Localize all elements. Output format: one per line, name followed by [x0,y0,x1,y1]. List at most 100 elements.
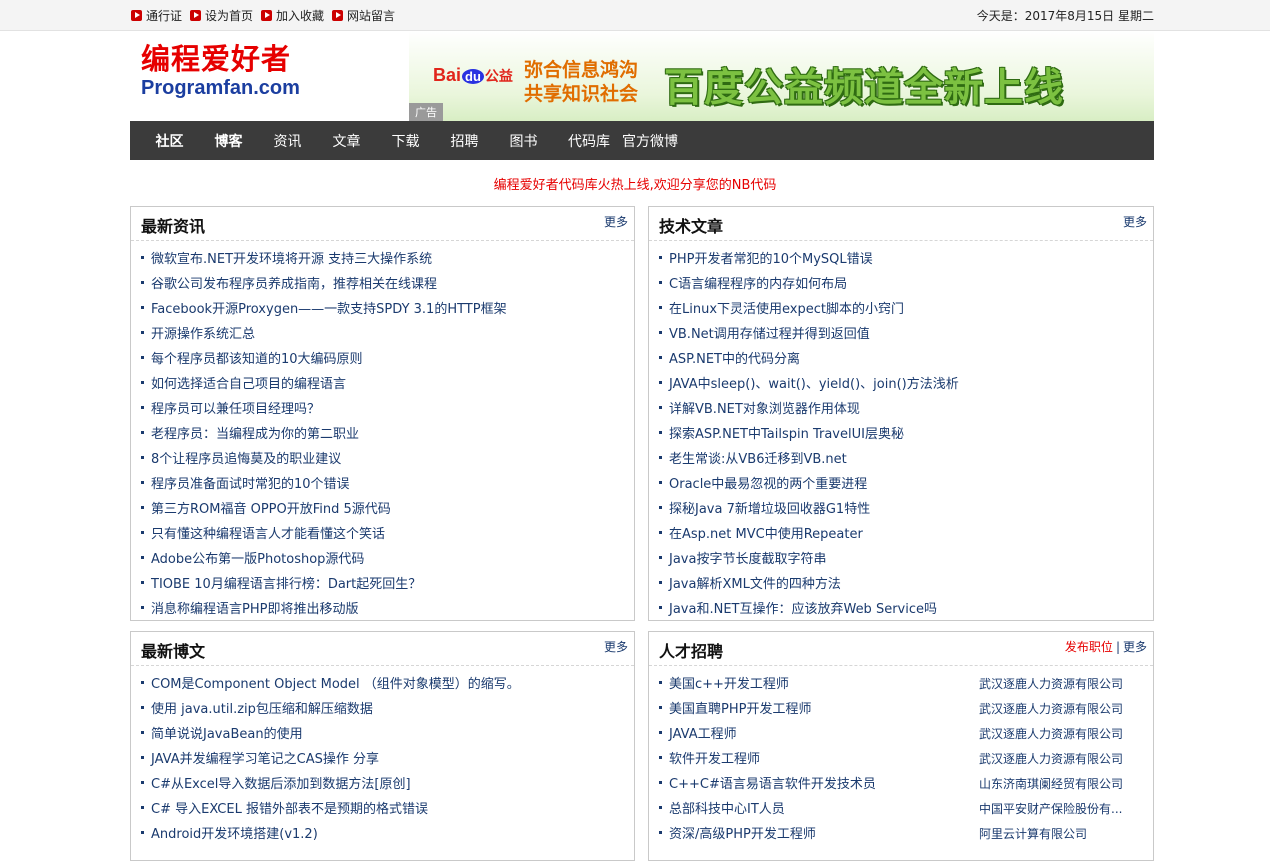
list-item-link[interactable]: 8个让程序员追悔莫及的职业建议 [151,452,341,467]
bullet-icon [659,456,662,459]
nav-item-blog[interactable]: 博客 [199,131,258,151]
list-item-link[interactable]: ASP.NET中的代码分离 [669,352,800,367]
bullet-icon [141,781,144,784]
list-item-link[interactable]: Java解析XML文件的四种方法 [669,577,841,592]
list-item-link[interactable]: Android开发环境搭建(v1.2) [151,827,318,842]
panel-header: 最新博文 更多 [131,632,634,666]
list-item-link[interactable]: 程序员准备面试时常犯的10个错误 [151,477,350,492]
list-item-link[interactable]: Java和.NET互操作：应该放弃Web Service吗 [669,602,937,617]
list-item: TIOBE 10月编程语言排行榜：Dart起死回生？ [141,572,634,597]
list-item-link[interactable]: 探秘Java 7新增垃圾回收器G1特性 [669,502,870,517]
bullet-icon [141,431,144,434]
bullet-icon [141,606,144,609]
top-link-guestbook[interactable]: 网站留言 [332,7,395,24]
top-link-add-favorite[interactable]: 加入收藏 [261,7,324,24]
list-item-link[interactable]: 如何选择适合自己项目的编程语言 [151,377,346,392]
list-item: 简单说说JavaBean的使用 [141,722,634,747]
job-title-link[interactable]: JAVA工程师 [669,727,737,742]
job-title-link[interactable]: 总部科技中心IT人员 [669,802,785,817]
list-item: Java解析XML文件的四种方法 [659,572,1153,597]
list-item-link[interactable]: C语言编程程序的内存如何布局 [669,277,847,292]
list-item-link[interactable]: 只有懂这种编程语言人才能看懂这个笑话 [151,527,385,542]
notice-link[interactable]: 编程爱好者代码库火热上线,欢迎分享您的NB代码 [0,174,1270,193]
bullet-icon [141,706,144,709]
list-item-link[interactable]: 老程序员：当编程成为你的第二职业 [151,427,359,442]
company-link[interactable]: 中国平安财产保险股份有... [979,797,1122,822]
top-link-set-homepage[interactable]: 设为首页 [190,7,253,24]
list-item-link[interactable]: 简单说说JavaBean的使用 [151,727,303,742]
more-link[interactable]: 更多 [1123,213,1147,230]
list-item-link[interactable]: 每个程序员都该知道的10大编码原则 [151,352,363,367]
articles-panel: 技术文章 更多 PHP开发者常犯的10个MySQL错误 C语言编程程序的内存如何布… [648,206,1154,621]
list-item: C# 导入EXCEL 报错外部表不是预期的格式错误 [141,797,634,822]
bullet-icon [659,356,662,359]
list-item-link[interactable]: JAVA并发编程学习笔记之CAS操作 分享 [151,752,379,767]
banner-headline: 百度公益频道全新上线 [664,66,1065,111]
panel-header: 最新资讯 更多 [131,207,634,241]
bullet-icon [659,706,662,709]
job-title-link[interactable]: 资深/高级PHP开发工程师 [669,827,816,842]
job-title-link[interactable]: 美国c++开发工程师 [669,677,789,692]
ad-banner[interactable]: Bai du 公益 弥合信息鸿沟 共享知识社会 百度公益频道全新上线 广告 [409,31,1154,121]
company-link[interactable]: 山东济南琪阑经贸有限公司 [979,772,1123,797]
top-link-passport[interactable]: 通行证 [131,7,182,24]
list-item-link[interactable]: 第三方ROM福音 OPPO开放Find 5源代码 [151,502,391,517]
list-item-link[interactable]: TIOBE 10月编程语言排行榜：Dart起死回生？ [151,577,421,592]
nav-item-community[interactable]: 社区 [140,131,199,151]
job-title-link[interactable]: 软件开发工程师 [669,752,760,767]
nav-item-books[interactable]: 图书 [494,131,553,151]
news-panel: 最新资讯 更多 微软宣布.NET开发环境将开源 支持三大操作系统 谷歌公司发布程序… [130,206,635,621]
company-link[interactable]: 武汉逐鹿人力资源有限公司 [979,747,1123,772]
list-item-link[interactable]: 开源操作系统汇总 [151,327,255,342]
list-item-link[interactable]: 消息称编程语言PHP即将推出移动版 [151,602,358,617]
list-item-link[interactable]: Facebook开源Proxygen——一款支持SPDY 3.1的HTTP框架 [151,302,507,317]
list-item-link[interactable]: 详解VB.NET对象浏览器作用体现 [669,402,860,417]
nav-item-code-library[interactable]: 代码库 [553,131,616,151]
nav-item-jobs[interactable]: 招聘 [435,131,494,151]
list-item-link[interactable]: 老生常谈:从VB6迁移到VB.net [669,452,847,467]
list-item-link[interactable]: Oracle中最易忽视的两个重要进程 [669,477,867,492]
list-item-link[interactable]: 程序员可以兼任项目经理吗？ [151,402,320,417]
list-item-link[interactable]: C# 导入EXCEL 报错外部表不是预期的格式错误 [151,802,428,817]
list-item-link[interactable]: 微软宣布.NET开发环境将开源 支持三大操作系统 [151,252,432,267]
nav-item-news[interactable]: 资讯 [258,131,317,151]
post-job-link[interactable]: 发布职位 [1065,640,1113,654]
list-item: 详解VB.NET对象浏览器作用体现 [659,397,1153,422]
list-item: VB.Net调用存储过程并得到返回值 [659,322,1153,347]
more-link[interactable]: 更多 [604,638,628,655]
list-item-link[interactable]: JAVA中sleep()、wait()、yield()、join()方法浅析 [669,377,959,392]
list-item-link[interactable]: COM是Component Object Model （组件对象模型）的缩写。 [151,677,520,692]
job-title-link[interactable]: 美国直聘PHP开发工程师 [669,702,811,717]
list-item-link[interactable]: PHP开发者常犯的10个MySQL错误 [669,252,873,267]
list-item-link[interactable]: Adobe公布第一版Photoshop源代码 [151,552,364,567]
more-link[interactable]: 更多 [1123,640,1147,654]
nav-item-weibo[interactable]: 官方微博 [616,131,684,151]
bullet-icon [659,606,662,609]
company-link[interactable]: 武汉逐鹿人力资源有限公司 [979,672,1123,697]
job-row: 美国c++开发工程师 武汉逐鹿人力资源有限公司 [659,672,1153,697]
list-item-link[interactable]: 在Linux下灵活使用expect脚本的小窍门 [669,302,904,317]
list-item: 谷歌公司发布程序员养成指南，推荐相关在线课程 [141,272,634,297]
nav-item-download[interactable]: 下载 [376,131,435,151]
list-item-link[interactable]: 谷歌公司发布程序员养成指南，推荐相关在线课程 [151,277,437,292]
job-title-link[interactable]: C++C#语言易语言软件开发技术员 [669,777,876,792]
list-item-link[interactable]: C#从Excel导入数据后添加到数据方法[原创] [151,777,411,792]
list-item-link[interactable]: Java按字节长度截取字符串 [669,552,826,567]
list-item-link[interactable]: 在Asp.net MVC中使用Repeater [669,527,863,542]
list-item: 微软宣布.NET开发环境将开源 支持三大操作系统 [141,247,634,272]
bullet-icon [141,331,144,334]
company-link[interactable]: 阿里云计算有限公司 [979,822,1087,847]
list-item-link[interactable]: VB.Net调用存储过程并得到返回值 [669,327,870,342]
company-link[interactable]: 武汉逐鹿人力资源有限公司 [979,722,1123,747]
site-logo[interactable]: 编程爱好者 Programfan.com [141,43,300,99]
bullet-icon [659,256,662,259]
bullet-icon [141,831,144,834]
list-item: JAVA中sleep()、wait()、yield()、join()方法浅析 [659,372,1153,397]
more-link[interactable]: 更多 [604,213,628,230]
list-item: COM是Component Object Model （组件对象模型）的缩写。 [141,672,634,697]
company-link[interactable]: 武汉逐鹿人力资源有限公司 [979,697,1123,722]
nav-item-articles[interactable]: 文章 [317,131,376,151]
blogs-panel: 最新博文 更多 COM是Component Object Model （组件对象… [130,631,635,861]
list-item-link[interactable]: 探索ASP.NET中Tailspin TravelUI层奥秘 [669,427,904,442]
list-item-link[interactable]: 使用 java.util.zip包压缩和解压缩数据 [151,702,373,717]
